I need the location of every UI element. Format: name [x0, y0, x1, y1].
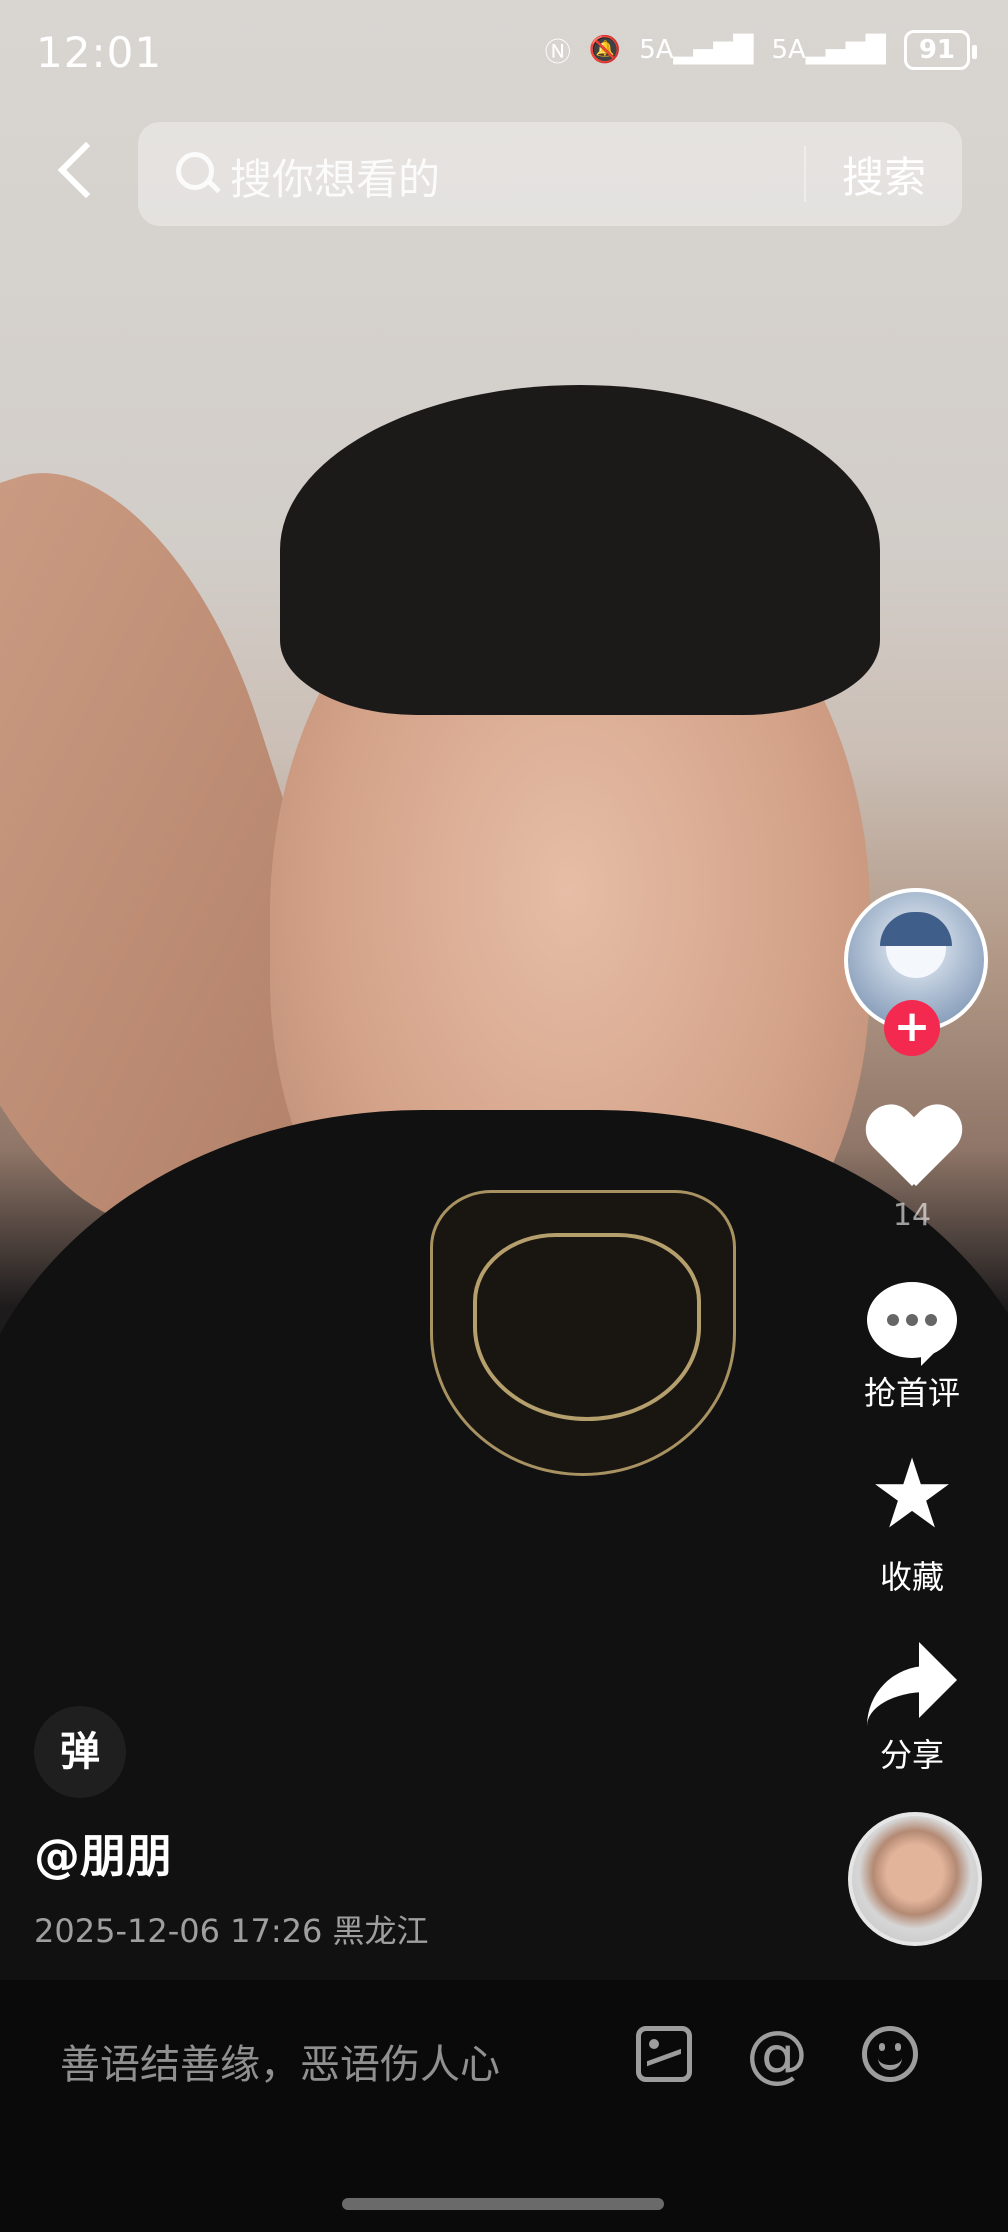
search-divider [804, 146, 806, 202]
signal-icon-2: 5A▂▄▆█ [771, 35, 886, 65]
comment-label: 抢首评 [863, 1374, 960, 1412]
music-disc-avatar[interactable] [848, 1812, 982, 1946]
star-icon: ★ [868, 1438, 956, 1550]
back-icon[interactable] [52, 140, 102, 200]
nfc-icon: Ⓝ [544, 37, 571, 68]
comment-button[interactable]: 抢首评 [840, 1282, 984, 1414]
emoji-icon[interactable] [862, 2026, 918, 2082]
search-icon [176, 152, 214, 190]
comment-icon [867, 1282, 957, 1366]
at-icon[interactable]: @ [746, 2023, 808, 2085]
like-count: 14 [892, 1198, 932, 1233]
avatar-snowman-image [880, 912, 952, 978]
like-button[interactable]: 14 [840, 1106, 984, 1233]
follow-button[interactable]: + [884, 1000, 940, 1056]
favorite-button[interactable]: ★ 收藏 [840, 1446, 984, 1598]
search-bar[interactable]: 搜你想看的 搜索 [138, 122, 962, 226]
comment-input-bar: 善语结善缘，恶语伤人心 @ [0, 1980, 1008, 2232]
status-icons: Ⓝ 🔕 5A▂▄▆█ 5A▂▄▆█ 91 [544, 30, 978, 70]
status-time: 12:01 [36, 28, 163, 77]
home-indicator[interactable] [342, 2198, 664, 2210]
favorite-label: 收藏 [879, 1558, 944, 1596]
mute-bell-icon: 🔕 [588, 35, 622, 65]
image-icon[interactable] [636, 2026, 692, 2082]
video-frame-shirt-print [430, 1190, 736, 1476]
danmu-toggle-button[interactable]: 弹 [34, 1706, 126, 1798]
share-button[interactable]: 分享 [840, 1640, 984, 1776]
battery-indicator: 91 [903, 30, 978, 70]
share-icon [867, 1640, 957, 1720]
status-bar: 12:01 Ⓝ 🔕 5A▂▄▆█ 5A▂▄▆█ 91 [0, 0, 1008, 100]
search-button[interactable]: 搜索 [842, 144, 926, 205]
author-name[interactable]: @朋朋 [34, 1820, 172, 1886]
post-meta: 2025-12-06 17:26 黑龙江 [34, 1912, 429, 1950]
search-input[interactable]: 搜你想看的 [230, 146, 440, 207]
heart-icon [866, 1106, 958, 1190]
signal-icon-1: 5A▂▄▆█ [639, 35, 754, 65]
video-frame-hair [280, 385, 880, 715]
comment-input[interactable]: 善语结善缘，恶语伤人心 [60, 2032, 500, 2090]
